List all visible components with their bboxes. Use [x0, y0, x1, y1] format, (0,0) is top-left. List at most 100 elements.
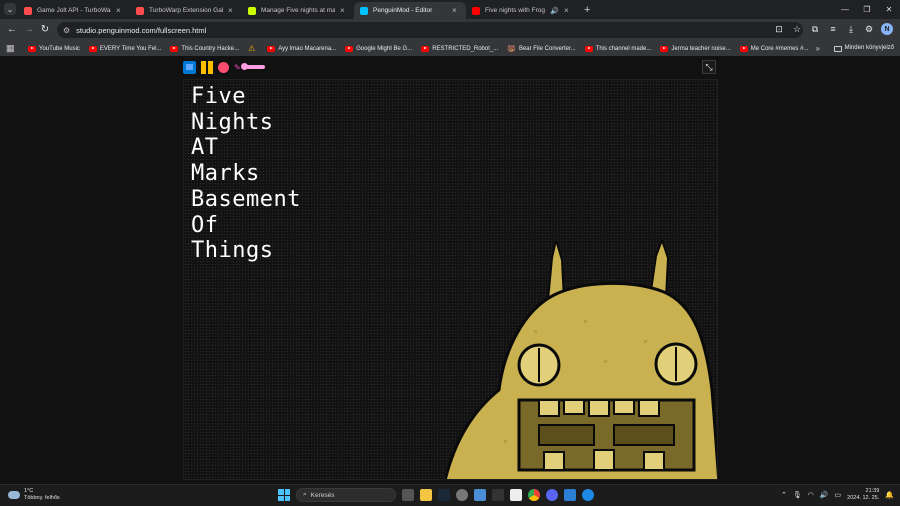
bookmarks-overflow-icon[interactable]: » — [816, 41, 820, 56]
youtube-icon — [267, 45, 276, 52]
weather-desc: Többny. felhős — [24, 495, 60, 501]
file-explorer-icon[interactable] — [420, 489, 432, 501]
tray-overflow-icon[interactable]: ⌃ — [781, 491, 787, 499]
stop-button[interactable] — [218, 61, 229, 73]
new-tab-button[interactable]: + — [584, 2, 590, 19]
tab-title: Game Jolt API - TurboWarp Ext — [37, 7, 111, 14]
extensions-icon[interactable]: ⧉ — [806, 24, 824, 35]
tab-close-icon[interactable]: × — [452, 6, 460, 15]
site-info-icon[interactable]: ⚙ — [63, 26, 70, 35]
bookmark-item[interactable]: Ayy lmao Macarena... — [267, 45, 337, 52]
exit-fullscreen-button[interactable]: ⤡ — [702, 60, 716, 74]
bookmark-item[interactable]: This channel made... — [584, 45, 652, 52]
minimize-button[interactable]: — — [834, 0, 856, 18]
edge-icon[interactable] — [582, 489, 594, 501]
title-line: Marks — [191, 161, 260, 187]
youtube-icon — [345, 45, 354, 52]
profile-avatar[interactable]: N — [881, 23, 893, 35]
bookmark-item[interactable]: YouTube Music — [28, 45, 80, 52]
close-window-button[interactable]: ✕ — [878, 0, 900, 18]
settings-app-icon[interactable] — [456, 489, 468, 501]
bookmark-item[interactable]: EVERY Time You Fel... — [88, 45, 161, 52]
volume-icon[interactable]: 🔊 — [820, 491, 829, 499]
tab-2[interactable]: Manage Five nights at mark's b × — [242, 2, 354, 19]
clock[interactable]: 21:39 2024. 12. 25. — [847, 488, 879, 502]
tab-favicon-icon — [472, 6, 480, 15]
taskbar-search[interactable]: ⌕ Keresés — [296, 488, 396, 502]
folder-icon — [833, 45, 842, 52]
slider-track[interactable] — [240, 63, 265, 70]
bookmark-item[interactable]: Google Might Be G... — [345, 45, 412, 52]
tab-close-icon[interactable]: × — [340, 6, 348, 15]
notes-icon[interactable] — [564, 489, 576, 501]
youtube-icon — [584, 45, 593, 52]
tab-1[interactable]: TurboWarp Extension Gallery × — [130, 2, 242, 19]
bookmark-item[interactable]: 🐻 Bear File Converter... — [507, 45, 575, 53]
wifi-icon[interactable]: ◠ — [808, 491, 814, 499]
title-line: AT — [191, 135, 219, 161]
steam-icon[interactable] — [438, 489, 450, 501]
volume-slider[interactable]: ✎ — [234, 63, 265, 72]
tab-favicon-icon — [136, 6, 144, 15]
bookmark-item[interactable]: Me Core #memes #... — [739, 45, 808, 52]
bookmarks-bar: ▦ YouTube Music EVERY Time You Fel... This… — [0, 41, 900, 56]
apps-grid-icon[interactable]: ▦ — [6, 43, 18, 54]
reload-button[interactable]: ↻ — [39, 24, 51, 36]
youtube-icon — [421, 45, 430, 52]
bookmark-item[interactable]: Jerma teacher noise... — [660, 45, 731, 52]
folder-label: Minden könyvjelző — [844, 45, 894, 51]
forward-button[interactable]: → — [23, 24, 35, 36]
chrome-icon[interactable] — [528, 489, 540, 501]
system-tray: ⌃ 🎙 ◠ 🔊 ▭ 21:39 2024. 12. 25. 🔔 — [781, 488, 894, 502]
media-control-icon[interactable]: ≡ — [824, 24, 842, 34]
window-controls: — ❐ ✕ — [834, 0, 900, 18]
notification-bell-icon[interactable]: 🔔 — [885, 491, 894, 499]
bookmark-item[interactable]: This Country Hacke... — [170, 45, 239, 52]
task-view-icon[interactable] — [402, 489, 414, 501]
bookmark-label: Bear File Converter... — [518, 45, 576, 52]
weather-temp: 1°C — [24, 488, 34, 494]
weather-widget[interactable]: 1°C Többny. felhős — [6, 488, 60, 502]
game-stage[interactable]: Five Nights AT Marks Basement Of Things — [183, 79, 718, 480]
discord-icon[interactable] — [546, 489, 558, 501]
tab-3[interactable]: PenguinMod - Editor × — [354, 2, 466, 19]
creature-sprite — [444, 240, 717, 479]
tab-list: Game Jolt API - TurboWarp Ext×TurboWarp … — [18, 2, 590, 19]
bookmark-label: RESTRICTED_Robot_... — [432, 45, 499, 52]
downloads-icon[interactable]: ⤓ — [842, 24, 860, 35]
all-bookmarks-folder[interactable]: Minden könyvjelző — [833, 41, 894, 56]
bookmark-item[interactable]: RESTRICTED_Robot_... — [421, 45, 499, 52]
settings-icon[interactable]: ⚙ — [860, 24, 878, 35]
tab-0[interactable]: Game Jolt API - TurboWarp Ext × — [18, 2, 130, 19]
tab-close-icon[interactable]: × — [228, 6, 236, 15]
bookmark-label: YouTube Music — [39, 45, 80, 52]
tab-favicon-icon — [360, 6, 368, 15]
bookmark-item[interactable]: ⚠ — [248, 44, 258, 53]
maximize-button[interactable]: ❐ — [856, 0, 878, 18]
back-button[interactable]: ← — [6, 24, 18, 36]
tab-close-icon[interactable]: × — [564, 6, 572, 15]
start-button[interactable] — [278, 489, 290, 501]
game-title: Five Nights AT Marks Basement Of Things — [191, 84, 301, 264]
address-bar[interactable]: ⚙ studio.penguinmod.com/fullscreen.html — [57, 22, 803, 38]
terminal-icon[interactable] — [492, 489, 504, 501]
notepad-icon[interactable] — [510, 489, 522, 501]
bookmark-star-icon[interactable]: ☆ — [788, 24, 806, 35]
tab-strip: ⌄ Game Jolt API - TurboWarp Ext×TurboWar… — [0, 0, 900, 19]
tab-search-button[interactable]: ⌄ — [4, 3, 16, 15]
more-menu-icon[interactable]: ⋮ — [896, 24, 900, 35]
bookmark-label: This channel made... — [595, 45, 652, 52]
install-app-icon[interactable]: ⊡ — [770, 24, 788, 35]
mic-icon[interactable]: 🎙 — [793, 491, 802, 499]
warning-icon: ⚠ — [248, 44, 256, 53]
pause-button[interactable] — [201, 60, 213, 74]
pen-icon: ✎ — [234, 62, 241, 72]
tab-audio-icon[interactable]: 🔊 — [550, 7, 559, 15]
bookmark-label: Jerma teacher noise... — [671, 45, 731, 52]
bookmark-label: Ayy lmao Macarena... — [278, 45, 337, 52]
tab-4[interactable]: Five nights with Froggy 2 (🔊 × — [466, 2, 578, 19]
tab-close-icon[interactable]: × — [116, 6, 124, 15]
green-flag-button[interactable] — [183, 60, 196, 74]
photos-icon[interactable] — [474, 489, 486, 501]
battery-icon[interactable]: ▭ — [835, 491, 842, 499]
